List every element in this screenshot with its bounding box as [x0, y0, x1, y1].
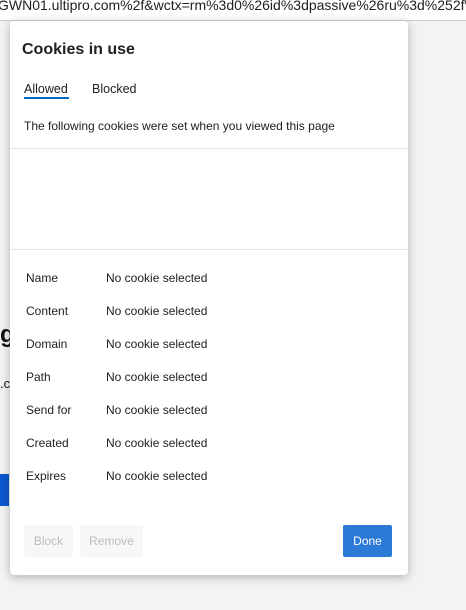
detail-label: Domain [26, 337, 68, 351]
detail-value: No cookie selected [106, 337, 208, 351]
detail-row-name: Name No cookie selected [26, 271, 396, 287]
detail-value: No cookie selected [106, 304, 208, 318]
block-button[interactable]: Block [24, 525, 73, 557]
detail-row-path: Path No cookie selected [26, 370, 396, 386]
detail-row-content: Content No cookie selected [26, 304, 396, 320]
detail-label: Send for [26, 403, 72, 417]
detail-label: Content [26, 304, 69, 318]
detail-value: No cookie selected [106, 469, 208, 483]
detail-label: Path [26, 370, 51, 384]
cookies-dialog: Cookies in use Allowed Blocked The follo… [10, 21, 408, 575]
detail-value: No cookie selected [106, 436, 208, 450]
cookie-list[interactable] [10, 148, 408, 250]
address-text: GWN01.ultipro.com%2f&wctx=rm%3d0%26id%3d… [0, 0, 466, 13]
detail-row-created: Created No cookie selected [26, 436, 396, 452]
detail-value: No cookie selected [106, 403, 208, 417]
tab-allowed[interactable]: Allowed [24, 82, 68, 96]
detail-row-expires: Expires No cookie selected [26, 469, 396, 485]
tab-selected-indicator [24, 97, 69, 99]
dialog-title: Cookies in use [22, 41, 135, 58]
detail-row-send-for: Send for No cookie selected [26, 403, 396, 419]
detail-label: Expires [26, 469, 67, 483]
page-button-fragment [0, 474, 9, 506]
detail-value: No cookie selected [106, 271, 208, 285]
page-subtext-fragment: .c [0, 376, 11, 391]
tab-blocked[interactable]: Blocked [92, 82, 136, 96]
done-button[interactable]: Done [343, 525, 392, 557]
detail-label: Created [26, 436, 69, 450]
detail-row-domain: Domain No cookie selected [26, 337, 396, 353]
detail-value: No cookie selected [106, 370, 208, 384]
remove-button[interactable]: Remove [80, 525, 143, 557]
detail-label: Name [26, 271, 59, 285]
address-bar[interactable]: GWN01.ultipro.com%2f&wctx=rm%3d0%26id%3d… [0, 0, 466, 21]
intro-text: The following cookies were set when you … [24, 119, 335, 133]
